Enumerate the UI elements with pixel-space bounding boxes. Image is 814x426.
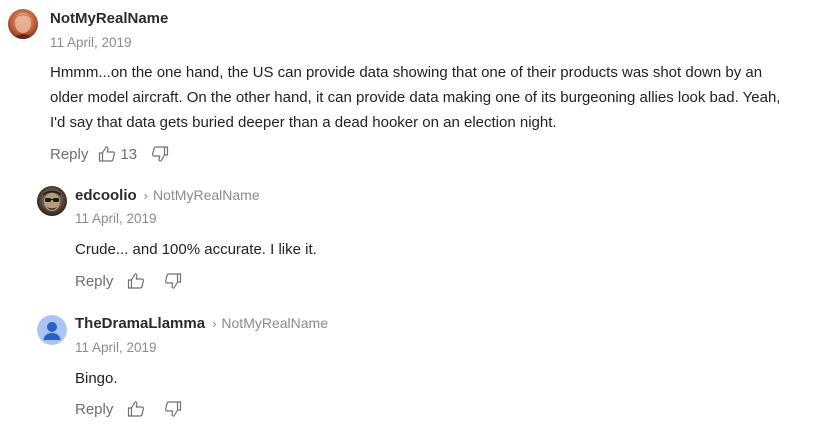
thumbs-up-icon xyxy=(128,401,145,417)
chevron-right-icon: › xyxy=(143,188,149,203)
comment-actions: Reply 13 xyxy=(50,145,169,163)
avatar[interactable] xyxy=(37,315,67,345)
thumbs-down-icon xyxy=(165,401,182,417)
avatar[interactable] xyxy=(37,186,67,216)
author-name[interactable]: TheDramaLlamma xyxy=(75,315,205,332)
comment-date: 11 April, 2019 xyxy=(75,211,157,226)
reply-button[interactable]: Reply xyxy=(50,146,88,163)
author-line: TheDramaLlamma › NotMyRealName xyxy=(75,315,328,332)
comment-body-line: older model aircraft. On the other hand,… xyxy=(50,89,781,106)
thumbs-down-icon xyxy=(152,146,169,162)
like-button[interactable] xyxy=(127,272,145,290)
comment-date: 11 April, 2019 xyxy=(75,340,157,355)
reply-to-author[interactable]: NotMyRealName xyxy=(153,187,260,203)
like-button[interactable]: 13 xyxy=(98,145,137,163)
dislike-button[interactable] xyxy=(151,145,169,163)
thumbs-down-icon xyxy=(165,273,182,289)
dislike-button[interactable] xyxy=(164,400,182,418)
comment-body: Hmmm...on the one hand, the US can provi… xyxy=(50,60,780,135)
reply-button[interactable]: Reply xyxy=(75,401,113,418)
user-photo-icon xyxy=(37,186,67,216)
author-name[interactable]: NotMyRealName xyxy=(50,10,168,27)
comment-body-line: Hmmm...on the one hand, the US can provi… xyxy=(50,64,763,81)
author-line: edcoolio › NotMyRealName xyxy=(75,187,260,204)
like-count: 13 xyxy=(120,145,138,163)
comment-date: 11 April, 2019 xyxy=(50,35,132,50)
author-name[interactable]: edcoolio xyxy=(75,187,137,204)
comment-actions: Reply xyxy=(75,400,182,418)
user-photo-icon xyxy=(8,9,38,39)
reply-button[interactable]: Reply xyxy=(75,273,113,290)
chevron-right-icon: › xyxy=(212,316,217,331)
thumbs-up-icon xyxy=(99,146,116,162)
comment-actions: Reply xyxy=(75,272,182,290)
reply-to-author[interactable]: NotMyRealName xyxy=(221,315,328,331)
comment-body: Crude... and 100% accurate. I like it. xyxy=(75,241,317,258)
default-user-icon xyxy=(37,315,67,345)
dislike-button[interactable] xyxy=(164,272,182,290)
avatar[interactable] xyxy=(8,9,38,39)
comment-body: Bingo. xyxy=(75,370,118,387)
comment-body-line: I'd say that data gets buried deeper tha… xyxy=(50,114,557,131)
like-button[interactable] xyxy=(127,400,145,418)
thumbs-up-icon xyxy=(128,273,145,289)
author-line: NotMyRealName xyxy=(50,10,168,27)
